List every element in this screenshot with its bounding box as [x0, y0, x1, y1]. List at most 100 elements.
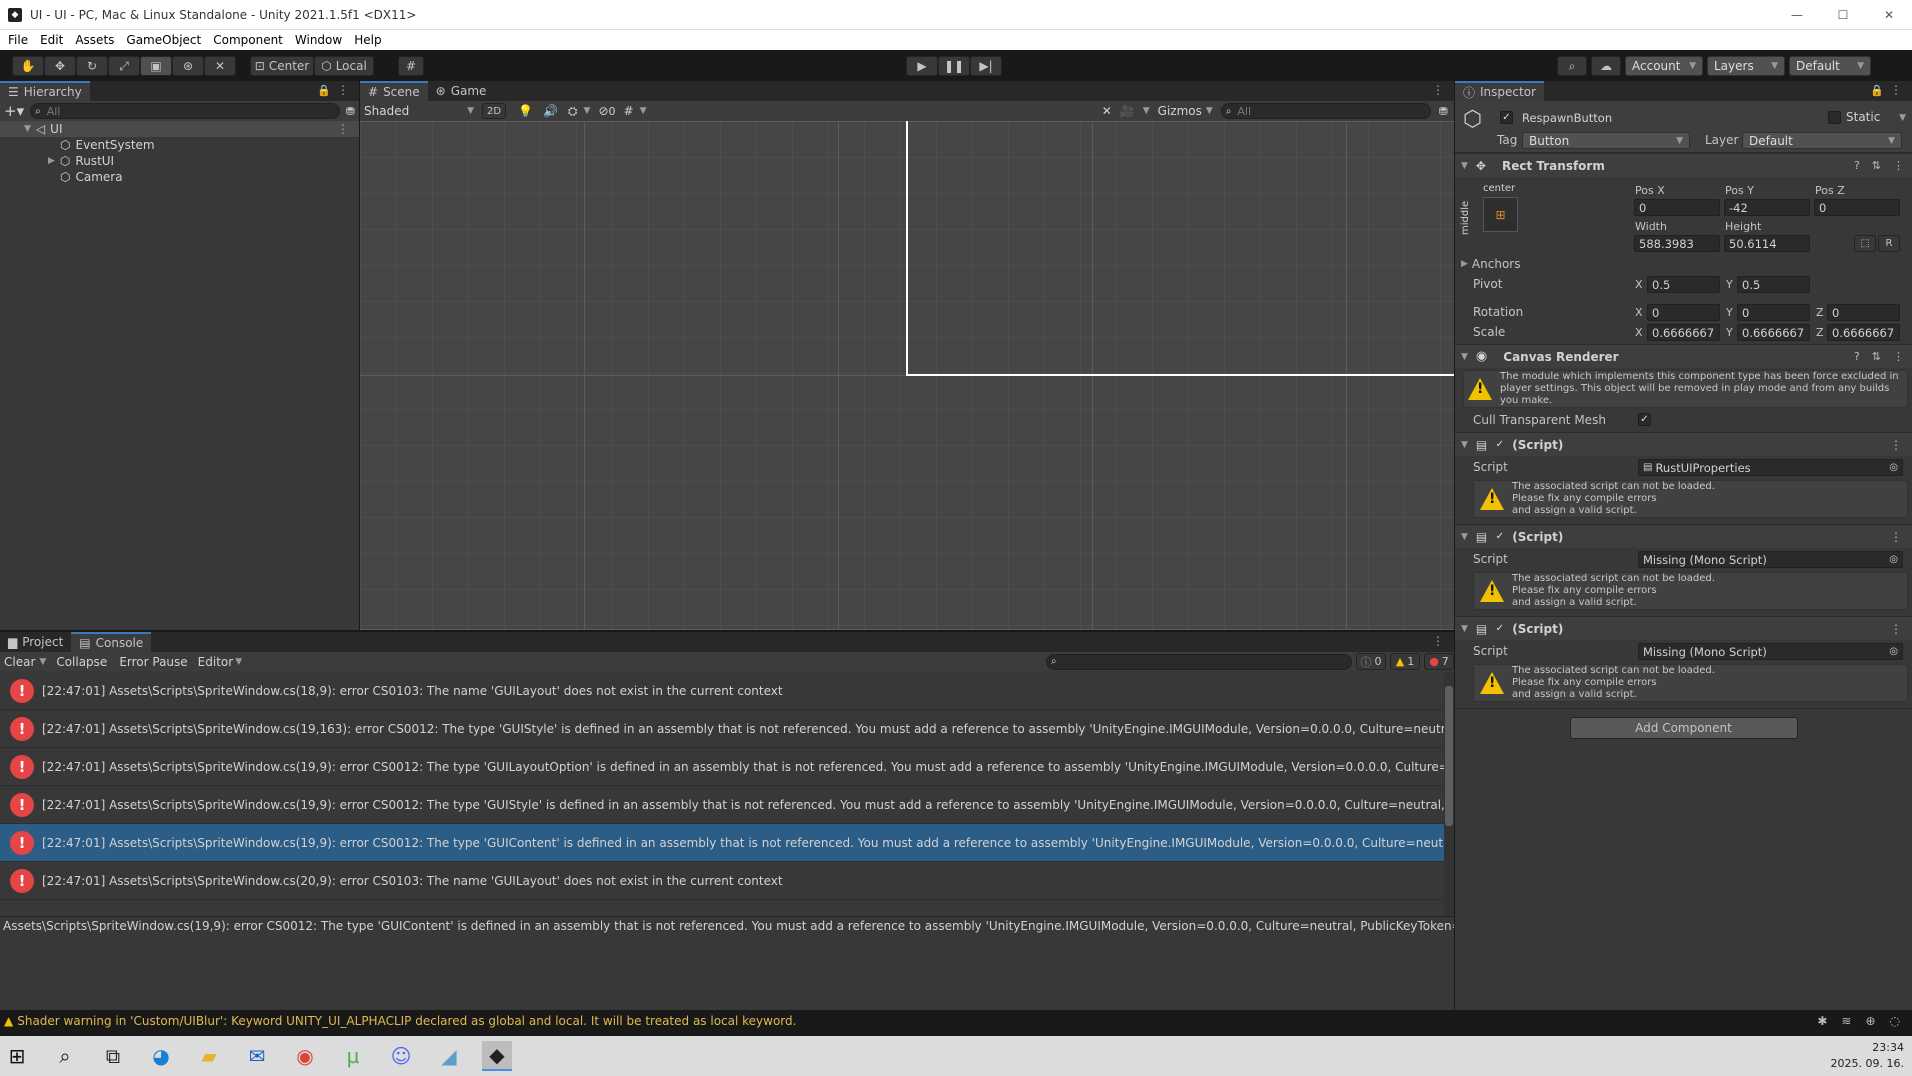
error-pause-button[interactable]: Error Pause — [113, 655, 193, 669]
scene-search-input[interactable]: ⌕ All — [1220, 103, 1431, 119]
script-header[interactable]: ▼ ▤ ✓ (Script) ⋮ — [1455, 432, 1912, 456]
rotation-z-input[interactable]: 0 — [1827, 304, 1900, 321]
scrollbar-thumb[interactable] — [1445, 686, 1453, 826]
info-filter-toggle[interactable]: ⓘ 0 — [1356, 653, 1386, 670]
scale-z-input[interactable]: 0.6666667 — [1827, 324, 1900, 341]
object-picker-icon[interactable]: ◎ — [1889, 462, 1898, 473]
chevron-down-icon[interactable]: ▼ — [1143, 106, 1150, 116]
account-dropdown[interactable]: Account ▼ — [1625, 56, 1703, 76]
close-button[interactable]: ✕ — [1866, 8, 1912, 22]
collapse-arrow-icon[interactable]: ▼ — [1461, 624, 1468, 634]
unity-taskbar-icon[interactable]: ◆ — [482, 1041, 512, 1071]
tab-console[interactable]: ▤ Console — [71, 632, 152, 652]
console-search-input[interactable]: ⌕ — [1046, 653, 1352, 670]
status-bar[interactable]: ▲ Shader warning in 'Custom/UIBlur': Key… — [0, 1010, 1912, 1032]
more-menu-icon[interactable]: ⋮ — [1890, 83, 1902, 97]
menu-assets[interactable]: Assets — [69, 33, 120, 47]
console-row[interactable]: ! [22:47:01] Assets\Scripts\SpriteWindow.… — [0, 710, 1444, 748]
error-filter-toggle[interactable]: ● 7 — [1424, 653, 1454, 670]
rotate-tool-icon[interactable]: ↻ — [76, 56, 108, 76]
script-header[interactable]: ▼ ▤ ✓ (Script) ⋮ — [1455, 616, 1912, 640]
step-button[interactable]: ▶| — [970, 56, 1002, 76]
collapse-button[interactable]: Collapse — [50, 655, 113, 669]
globe-icon[interactable]: ⊕ — [1865, 1014, 1875, 1028]
filter-icon[interactable]: ⛃ — [1439, 105, 1448, 118]
collapse-arrow-icon[interactable]: ▼ — [1461, 352, 1468, 362]
add-icon[interactable]: +▾ — [4, 102, 24, 120]
transform-tool-icon[interactable]: ⊛ — [172, 56, 204, 76]
chevron-down-icon[interactable]: ▼ — [1899, 113, 1906, 123]
more-menu-icon[interactable]: ⋮ — [337, 83, 349, 97]
scale-x-input[interactable]: 0.6666667 — [1647, 324, 1720, 341]
chevron-down-icon[interactable]: ▼ — [640, 106, 647, 116]
more-menu-icon[interactable]: ⋮ — [1890, 622, 1902, 636]
expand-arrow-icon[interactable]: ▼ — [24, 124, 31, 134]
hierarchy-item-camera[interactable]: ⬡ Camera — [0, 169, 359, 185]
rect-transform-header[interactable]: ▼ ✥ Rect Transform ? ⇅ ⋮ — [1455, 153, 1912, 177]
pos-x-input[interactable]: 0 — [1634, 199, 1720, 216]
grid-toggle-icon[interactable]: # — [624, 104, 634, 118]
menu-component[interactable]: Component — [207, 33, 289, 47]
rotation-x-input[interactable]: 0 — [1647, 304, 1720, 321]
console-row-selected[interactable]: ! [22:47:01] Assets\Scripts\SpriteWindow.… — [0, 824, 1444, 862]
lighting-icon[interactable]: 💡 — [518, 104, 533, 118]
scale-y-input[interactable]: 0.6666667 — [1737, 324, 1810, 341]
console-row[interactable]: ! [22:47:01] Assets\Scripts\SpriteWindow.… — [0, 672, 1444, 710]
width-input[interactable]: 588.3983 — [1634, 235, 1720, 252]
object-picker-icon[interactable]: ◎ — [1889, 646, 1898, 657]
audio-icon[interactable]: 🔊 — [543, 104, 558, 118]
layer-dropdown[interactable]: Default ▼ — [1742, 132, 1902, 149]
more-menu-icon[interactable]: ⋮ — [1432, 83, 1444, 97]
pivot-center-button[interactable]: ⊡ Center — [250, 56, 314, 76]
help-icon[interactable]: ? — [1854, 350, 1860, 363]
blueprint-mode-button[interactable]: ⬚ — [1854, 235, 1876, 252]
mode-2d-toggle[interactable]: 2D — [482, 103, 506, 119]
expand-arrow-icon[interactable]: ▶ — [48, 156, 55, 166]
tab-scene[interactable]: # Scene — [360, 81, 428, 101]
hierarchy-item-eventsystem[interactable]: ⬡ EventSystem — [0, 137, 359, 153]
script-object-field[interactable]: ▤ RustUIProperties ◎ — [1638, 459, 1903, 476]
more-menu-icon[interactable]: ⋮ — [1893, 350, 1904, 363]
enabled-checkbox[interactable]: ✓ — [1493, 530, 1506, 543]
preset-icon[interactable]: ⇅ — [1872, 159, 1881, 172]
hierarchy-scene-row[interactable]: ▼ ◁ UI ⋮ — [0, 121, 359, 137]
hierarchy-search-input[interactable]: ⌕ All — [30, 103, 340, 119]
clock[interactable]: 23:34 2025. 09. 16. — [1831, 1040, 1904, 1072]
tab-hierarchy[interactable]: ☰ Hierarchy — [0, 81, 90, 101]
custom-tool-icon[interactable]: ✕ — [204, 56, 236, 76]
menu-gameobject[interactable]: GameObject — [120, 33, 207, 47]
script-header[interactable]: ▼ ▤ ✓ (Script) ⋮ — [1455, 524, 1912, 548]
camera-icon[interactable]: 🎥 — [1120, 104, 1135, 118]
scale-tool-icon[interactable]: ⤢ — [108, 56, 140, 76]
help-icon[interactable]: ? — [1854, 159, 1860, 172]
tools-icon[interactable]: ✕ — [1102, 104, 1112, 118]
object-picker-icon[interactable]: ◎ — [1889, 554, 1898, 565]
pivot-y-input[interactable]: 0.5 — [1737, 276, 1810, 293]
tab-project[interactable]: ▆ Project — [0, 632, 71, 652]
more-menu-icon[interactable]: ⋮ — [1890, 438, 1902, 452]
effects-icon[interactable]: ⛭ — [568, 104, 578, 119]
move-tool-icon[interactable]: ✥ — [44, 56, 76, 76]
layers-dropdown[interactable]: Layers ▼ — [1707, 56, 1785, 76]
progress-icon[interactable]: ◌ — [1890, 1014, 1900, 1028]
pivot-x-input[interactable]: 0.5 — [1647, 276, 1720, 293]
scene-more-icon[interactable]: ⋮ — [337, 122, 349, 136]
tag-dropdown[interactable]: Button ▼ — [1522, 132, 1690, 149]
cloud-button[interactable]: ☁ — [1591, 56, 1621, 76]
discord-icon[interactable]: ☺ — [386, 1041, 416, 1071]
pos-z-input[interactable]: 0 — [1814, 199, 1900, 216]
task-view-icon[interactable]: ⧉ — [98, 1041, 128, 1071]
bug-icon[interactable]: ✱ — [1817, 1014, 1827, 1028]
enabled-checkbox[interactable]: ✓ — [1493, 622, 1506, 635]
gizmos-dropdown[interactable]: Gizmos ▼ — [1158, 104, 1213, 118]
raw-edit-button[interactable]: R — [1878, 235, 1900, 252]
menu-help[interactable]: Help — [348, 33, 387, 47]
warning-filter-toggle[interactable]: ▲ 1 — [1390, 653, 1420, 670]
pivot-local-button[interactable]: ⬡ Local — [314, 56, 374, 76]
add-component-button[interactable]: Add Component — [1569, 717, 1798, 739]
chevron-down-icon[interactable]: ▼ — [584, 106, 591, 116]
height-input[interactable]: 50.6114 — [1724, 235, 1810, 252]
anchor-preset-button[interactable]: ⊞ — [1483, 197, 1518, 232]
hand-tool-icon[interactable]: ✋ — [12, 56, 44, 76]
editor-dropdown[interactable]: Editor ▼ — [194, 655, 246, 669]
